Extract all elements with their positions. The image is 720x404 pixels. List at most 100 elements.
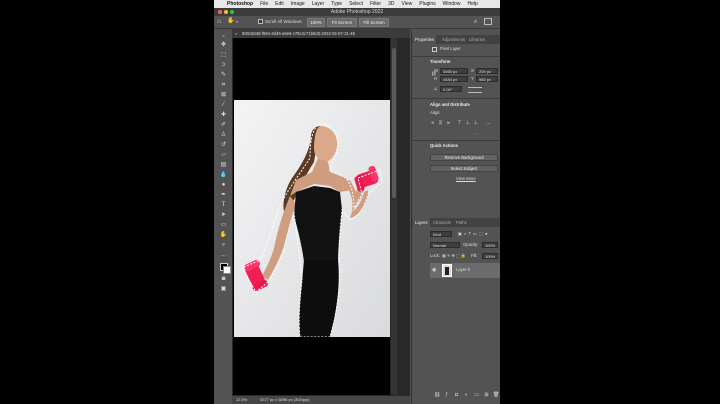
zoom-100-button[interactable]: 100% bbox=[307, 18, 325, 27]
zoom-tool-icon[interactable]: ⌕ bbox=[219, 242, 228, 249]
marquee-tool-icon[interactable]: ⬚ bbox=[219, 52, 228, 59]
menu-3d[interactable]: 3D bbox=[388, 0, 394, 8]
brush-tool-icon[interactable]: ✐ bbox=[219, 122, 228, 129]
gradient-tool-icon[interactable]: ▤ bbox=[219, 162, 228, 169]
select-subject-button[interactable]: Select Subject bbox=[430, 165, 498, 172]
remove-background-button[interactable]: Remove Background bbox=[430, 154, 498, 161]
fx-icon[interactable]: ƒ bbox=[444, 392, 449, 398]
filter-icons[interactable]: ▣◐T▭⬚● bbox=[458, 231, 490, 237]
blend-mode-select[interactable]: Normal bbox=[430, 242, 460, 248]
fit-screen-button[interactable]: Fit Screen bbox=[327, 18, 357, 27]
quick-actions-header[interactable]: Quick Actions bbox=[430, 143, 458, 149]
vertical-scrollbar[interactable] bbox=[391, 38, 397, 395]
pen-tool-icon[interactable]: ✒ bbox=[219, 192, 228, 199]
scroll-all-windows-checkbox[interactable] bbox=[258, 19, 263, 24]
menu-select[interactable]: Select bbox=[349, 0, 363, 8]
move-tool-icon[interactable]: ✥ bbox=[219, 42, 228, 49]
search-icon[interactable]: ⌕ bbox=[474, 17, 477, 27]
flip-icons[interactable] bbox=[468, 87, 482, 93]
opacity-field[interactable]: 100% bbox=[482, 242, 498, 248]
chevron-right-icon[interactable]: › bbox=[302, 396, 303, 404]
layer-name[interactable]: Layer 0 bbox=[456, 267, 470, 273]
lasso-tool-icon[interactable]: ↄ bbox=[219, 62, 228, 69]
path-selection-tool-icon[interactable]: ➤ bbox=[219, 212, 228, 219]
eraser-tool-icon[interactable]: ▱ bbox=[219, 152, 228, 159]
document-canvas[interactable] bbox=[233, 38, 390, 395]
scrollbar-thumb[interactable] bbox=[392, 48, 396, 198]
menu-edit[interactable]: Edit bbox=[275, 0, 284, 8]
adjustment-layer-icon[interactable]: ◐ bbox=[464, 392, 469, 398]
zoom-window-button[interactable] bbox=[230, 10, 234, 14]
align-right-icon[interactable]: ⫸ bbox=[446, 120, 451, 126]
align-center-h-icon[interactable]: ⫼ bbox=[438, 120, 443, 126]
width-field[interactable]: 3065 px bbox=[440, 68, 468, 74]
link-icon[interactable]: ⛓ bbox=[431, 71, 436, 77]
tab-properties[interactable]: Properties bbox=[413, 35, 437, 44]
filter-kind-select[interactable]: Kind bbox=[430, 231, 452, 237]
collapse-icon[interactable]: » bbox=[219, 32, 228, 39]
angle-field[interactable]: 0.00° bbox=[440, 86, 462, 92]
new-group-icon[interactable]: ▭ bbox=[474, 392, 479, 398]
background-color-swatch[interactable] bbox=[223, 266, 231, 274]
zoom-level[interactable]: 12.5% bbox=[236, 396, 247, 404]
menu-window[interactable]: Window bbox=[443, 0, 461, 8]
eye-icon[interactable]: ◉ bbox=[432, 267, 436, 273]
align-top-icon[interactable]: ⊤ bbox=[457, 120, 462, 126]
blur-tool-icon[interactable]: 💧 bbox=[219, 172, 228, 179]
link-layers-icon[interactable]: ⛓ bbox=[434, 392, 440, 398]
quick-mask-icon[interactable]: ◙ bbox=[219, 276, 228, 283]
clone-stamp-tool-icon[interactable]: ♙ bbox=[219, 132, 228, 139]
transform-header[interactable]: Transform bbox=[430, 59, 450, 65]
quick-selection-tool-icon[interactable]: ✎ bbox=[219, 72, 228, 79]
rectangle-tool-icon[interactable]: ▭ bbox=[219, 222, 228, 229]
more-options-icon[interactable]: … bbox=[486, 120, 491, 126]
fill-field[interactable]: 100% bbox=[482, 253, 498, 259]
canvas-area[interactable] bbox=[232, 38, 410, 396]
close-window-button[interactable] bbox=[218, 10, 222, 14]
more-tools-icon[interactable]: … bbox=[219, 252, 228, 259]
menu-file[interactable]: File bbox=[260, 0, 268, 8]
menu-image[interactable]: Image bbox=[291, 0, 305, 8]
menu-type[interactable]: Type bbox=[331, 0, 342, 8]
menu-app-name[interactable]: Photoshop bbox=[227, 0, 253, 8]
minimize-window-button[interactable] bbox=[224, 10, 228, 14]
menu-filter[interactable]: Filter bbox=[370, 0, 381, 8]
x-field[interactable]: 209 px bbox=[476, 68, 498, 74]
healing-brush-tool-icon[interactable]: ✚ bbox=[219, 112, 228, 119]
align-left-icon[interactable]: ⫷ bbox=[430, 120, 435, 126]
align-middle-v-icon[interactable]: ⊥ bbox=[465, 120, 470, 126]
eyedropper-tool-icon[interactable]: ⁄ bbox=[219, 102, 228, 109]
document-tab[interactable]: × 900c8348-f594-4d46-a9e6-c79c2c71b8d3-2… bbox=[232, 29, 410, 38]
view-more-link[interactable]: View More bbox=[456, 176, 476, 182]
menu-layer[interactable]: Layer bbox=[312, 0, 325, 8]
distribute-more-icon[interactable]: ⋯ bbox=[473, 131, 483, 136]
new-layer-icon[interactable]: ⊞ bbox=[484, 392, 489, 398]
type-tool-icon[interactable]: T bbox=[219, 202, 228, 209]
delete-layer-icon[interactable]: 🗑 bbox=[493, 392, 499, 398]
menu-plugins[interactable]: Plugins bbox=[419, 0, 435, 8]
fill-screen-button[interactable]: Fill Screen bbox=[359, 18, 389, 27]
screen-mode-icon[interactable]: ▣ bbox=[219, 286, 228, 293]
frame-tool-icon[interactable]: ⊠ bbox=[219, 92, 228, 99]
tab-layers[interactable]: Layers bbox=[413, 218, 430, 227]
align-distribute-header[interactable]: Align and Distribute bbox=[430, 102, 470, 108]
crop-tool-icon[interactable]: ⌗ bbox=[219, 82, 228, 89]
workspace-icon[interactable] bbox=[484, 18, 492, 25]
tab-adjustments[interactable]: Adjustments bbox=[442, 35, 465, 44]
align-bottom-icon[interactable]: ⊥ bbox=[473, 120, 478, 126]
dodge-tool-icon[interactable]: ● bbox=[219, 182, 228, 189]
menu-view[interactable]: View bbox=[402, 0, 413, 8]
tab-paths[interactable]: Paths bbox=[456, 218, 467, 227]
add-mask-icon[interactable]: ◘ bbox=[454, 392, 459, 398]
height-field[interactable]: 4484 px bbox=[440, 76, 468, 82]
home-icon[interactable]: ⌂ bbox=[217, 17, 225, 26]
lock-icons[interactable]: ▦✎✥⬚🔒 bbox=[442, 253, 467, 259]
y-field[interactable]: 980 px bbox=[476, 76, 498, 82]
tab-channels[interactable]: Channels bbox=[433, 218, 451, 227]
close-tab-icon[interactable]: × bbox=[235, 29, 237, 38]
layer-row[interactable]: ◉ Layer 0 bbox=[430, 263, 500, 278]
chevron-down-icon[interactable]: ▾ bbox=[236, 18, 238, 26]
history-brush-tool-icon[interactable]: ↺ bbox=[219, 142, 228, 149]
menu-help[interactable]: Help bbox=[467, 0, 477, 8]
tab-libraries[interactable]: Libraries bbox=[469, 35, 485, 44]
